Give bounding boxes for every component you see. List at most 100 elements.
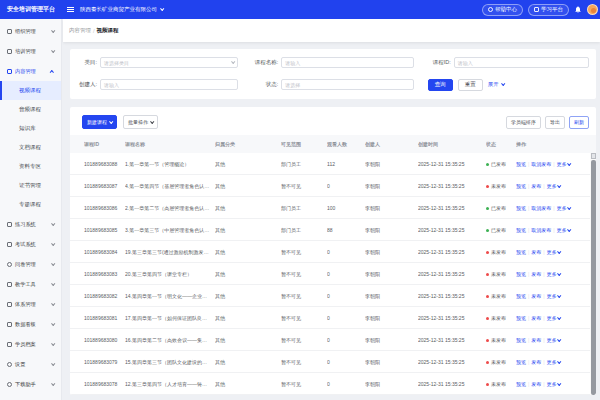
- sidebar-subitem-audio[interactable]: 音频课程: [0, 100, 61, 119]
- sidebar-item-system[interactable]: 体系管理: [0, 294, 61, 314]
- sidebar-item-practice[interactable]: 练习系统: [0, 214, 61, 234]
- sidebar-item-download[interactable]: 下载助手: [0, 374, 61, 394]
- scrollbar-thumb[interactable]: [591, 160, 596, 395]
- status-select[interactable]: 请选择: [281, 79, 413, 90]
- viewers-cell: 100: [327, 205, 365, 211]
- sidebar-item-archives[interactable]: 学员档案: [0, 334, 61, 354]
- batch-actions-button[interactable]: 批量操作: [123, 115, 158, 129]
- learning-platform-button[interactable]: 学习平台: [528, 4, 569, 16]
- status-dot: [486, 339, 489, 342]
- search-button[interactable]: 查询: [428, 79, 453, 91]
- expand-toggle[interactable]: 展开: [488, 81, 504, 88]
- preview-link[interactable]: 预览: [516, 359, 526, 365]
- preview-link[interactable]: 预览: [516, 271, 526, 277]
- publish-link[interactable]: 发布: [531, 271, 541, 277]
- preview-link[interactable]: 预览: [516, 249, 526, 255]
- company-selector[interactable]: 陕西秦长矿业商贸产业有限公司: [80, 6, 163, 13]
- table-scrollbar[interactable]: [590, 153, 596, 395]
- preview-link[interactable]: 预览: [516, 205, 526, 211]
- more-link[interactable]: 更多: [547, 381, 560, 387]
- sidebar-subitem-materials[interactable]: 资料专区: [0, 157, 61, 176]
- more-link[interactable]: 更多: [547, 337, 560, 343]
- preview-link[interactable]: 预览: [516, 381, 526, 387]
- sidebar-item-exam[interactable]: 考试系统: [0, 234, 61, 254]
- action-separator: |: [553, 227, 554, 233]
- more-link[interactable]: 更多: [547, 315, 560, 321]
- unpublish-link[interactable]: 取消发布: [531, 205, 551, 211]
- new-course-button[interactable]: 新建课程: [82, 115, 117, 129]
- unpublish-link[interactable]: 取消发布: [531, 161, 551, 167]
- sidebar-subitem-topics[interactable]: 专题课程: [0, 195, 61, 214]
- sidebar-item-org[interactable]: 组织管理: [0, 21, 61, 41]
- more-link[interactable]: 更多: [547, 271, 560, 277]
- status-dot: [486, 229, 489, 232]
- reset-button[interactable]: 重置: [458, 79, 483, 91]
- course-name-cell: 14.第四章第一节（明文化——企业文化...: [125, 293, 215, 299]
- sidebar-subitem-certificate[interactable]: 证书管理: [0, 176, 61, 195]
- more-link[interactable]: 更多: [557, 227, 570, 233]
- publish-link[interactable]: 发布: [531, 315, 541, 321]
- chevron-down-icon: [51, 28, 55, 32]
- sidebar-item-training[interactable]: 培训管理: [0, 41, 61, 61]
- preview-link[interactable]: 预览: [516, 337, 526, 343]
- export-button[interactable]: 导出: [545, 116, 565, 129]
- sidebar-item-survey[interactable]: 问卷管理: [0, 254, 61, 274]
- refresh-button[interactable]: 刷新: [569, 116, 589, 129]
- course-name-cell: 1.第一章第一节（管理概论）: [125, 161, 215, 167]
- publish-link[interactable]: 发布: [531, 337, 541, 343]
- sidebar-item-tools[interactable]: 教学工具: [0, 274, 61, 294]
- unpublish-link[interactable]: 取消发布: [531, 227, 551, 233]
- sidebar-subitem-video[interactable]: 视频课程: [0, 81, 61, 100]
- col-header: 操作: [516, 141, 586, 147]
- more-link[interactable]: 更多: [547, 183, 560, 189]
- more-link[interactable]: 更多: [557, 205, 570, 211]
- creator-cell: 李朝阳: [365, 227, 418, 233]
- dashboard-icon: [7, 322, 12, 327]
- col-header: 创建人: [365, 141, 418, 147]
- status-badge: 未发布: [486, 381, 516, 387]
- creator-input[interactable]: 请输入: [100, 79, 238, 90]
- publish-link[interactable]: 发布: [531, 381, 541, 387]
- col-header: 归属分类: [215, 141, 281, 147]
- course-id-input[interactable]: 请输入: [454, 57, 589, 68]
- created-time-cell: 2025-12-31 15:35:25: [418, 359, 486, 365]
- sidebar-subitem-knowledge[interactable]: 知识库: [0, 119, 61, 138]
- preview-link[interactable]: 预览: [516, 293, 526, 299]
- bell-icon[interactable]: [574, 5, 582, 14]
- action-separator: |: [528, 315, 529, 321]
- category-select[interactable]: 请选择类目: [100, 57, 238, 68]
- more-link[interactable]: 更多: [547, 293, 560, 299]
- action-separator: |: [528, 293, 529, 299]
- course-name-cell: 4.第一章第四节（基层管理者角色认知类）: [125, 183, 215, 189]
- breadcrumb-parent[interactable]: 内容管理: [69, 27, 91, 34]
- row-actions: 预览|发布|更多: [516, 271, 586, 277]
- preview-link[interactable]: 预览: [516, 227, 526, 233]
- user-avatar[interactable]: [587, 4, 598, 15]
- sidebar-item-content[interactable]: 内容管理: [0, 61, 61, 81]
- course-name-input[interactable]: 请输入: [281, 57, 413, 68]
- preview-link[interactable]: 预览: [516, 183, 526, 189]
- sidebar-subitem-docs[interactable]: 文档课程: [0, 138, 61, 157]
- preview-link[interactable]: 预览: [516, 315, 526, 321]
- more-link[interactable]: 更多: [547, 359, 560, 365]
- course-id-cell: 101889683087: [84, 183, 125, 189]
- publish-link[interactable]: 发布: [531, 249, 541, 255]
- publish-link[interactable]: 发布: [531, 359, 541, 365]
- course-id-cell: 101889683081: [84, 315, 125, 321]
- publish-link[interactable]: 发布: [531, 293, 541, 299]
- more-link[interactable]: 更多: [557, 161, 570, 167]
- preview-link[interactable]: 预览: [516, 161, 526, 167]
- sidebar-item-dashboard[interactable]: 数据看板: [0, 314, 61, 334]
- col-header: 课程名称: [125, 141, 215, 147]
- sidebar-item-settings[interactable]: 设置: [0, 354, 61, 374]
- viewers-cell: 0: [327, 293, 365, 299]
- creator-cell: 李朝阳: [365, 183, 418, 189]
- help-center-button[interactable]: 帮助中心: [482, 4, 523, 16]
- scope-cell: 部门员工: [281, 161, 327, 167]
- more-link[interactable]: 更多: [547, 249, 560, 255]
- student-sort-button[interactable]: 学员端排序: [506, 116, 541, 129]
- publish-link[interactable]: 发布: [531, 183, 541, 189]
- menu-toggle-icon[interactable]: [67, 7, 74, 12]
- action-separator: |: [528, 227, 529, 233]
- filter-panel: 类目: 请选择类目 课程名称: 请输入 课程ID: 请输入: [70, 49, 596, 99]
